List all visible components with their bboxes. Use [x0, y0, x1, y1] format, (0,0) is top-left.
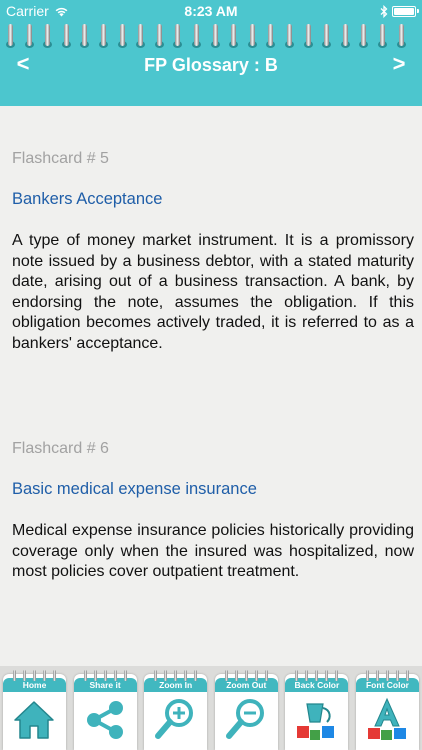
spiral-ring: [249, 24, 255, 46]
spiral-ring: [324, 24, 330, 46]
share-icon: [86, 701, 123, 739]
home-button[interactable]: Home: [1, 666, 68, 750]
spiral-ring: [380, 24, 385, 46]
spiral-ring: [45, 24, 51, 46]
spiral-ring: [268, 24, 274, 46]
spiral-ring: [342, 24, 348, 46]
home-icon: [14, 701, 54, 739]
share-label: Share it: [89, 680, 121, 690]
spiral-ring: [287, 24, 292, 46]
flashcard-list[interactable]: Flashcard # 5 Bankers Acceptance A type …: [0, 106, 422, 666]
paint-bucket-icon: [297, 703, 335, 740]
spiral-ring: [82, 24, 88, 46]
spiral-ring: [175, 24, 181, 46]
battery-icon: [392, 5, 419, 17]
status-left: Carrier: [6, 3, 69, 19]
back-color-button[interactable]: Back Color: [283, 666, 350, 750]
home-label: Home: [22, 680, 47, 690]
spiral-binding: [0, 22, 422, 52]
nav-header: < FP Glossary : B >: [0, 22, 422, 106]
zoom-in-button[interactable]: Zoom In: [142, 666, 209, 750]
zoom-in-icon: [155, 699, 194, 739]
zoom-out-label: Zoom Out: [226, 680, 267, 690]
flashcard-number: Flashcard # 6: [12, 440, 109, 457]
zoom-out-icon: [225, 699, 264, 739]
spiral-ring: [101, 24, 106, 46]
spiral-ring: [119, 24, 125, 46]
spiral-ring: [398, 24, 404, 46]
flashcard-number: Flashcard # 5: [12, 150, 109, 167]
spiral-ring: [212, 24, 218, 46]
next-button[interactable]: >: [384, 50, 414, 78]
zoom-in-label: Zoom In: [159, 680, 193, 690]
spiral-ring: [63, 24, 69, 46]
back-color-label: Back Color: [294, 680, 340, 690]
font-color-label: Font Color: [365, 680, 409, 690]
share-button[interactable]: Share it: [72, 666, 139, 750]
spiral-ring: [138, 24, 144, 46]
wifi-icon: [55, 7, 68, 16]
flashcard-definition: A type of money market instrument. It is…: [12, 232, 414, 352]
flashcard: Flashcard # 6 Basic medical expense insu…: [12, 440, 414, 583]
spiral-ring: [194, 24, 199, 46]
carrier-label: Carrier: [6, 3, 49, 19]
zoom-out-button[interactable]: Zoom Out: [213, 666, 280, 750]
spiral-ring: [231, 24, 237, 46]
flashcard: Flashcard # 5 Bankers Acceptance A type …: [12, 150, 414, 354]
font-color-button[interactable]: Font Color: [354, 666, 421, 750]
spiral-ring: [156, 24, 162, 46]
page-title: FP Glossary : B: [144, 55, 278, 75]
flashcard-term: Bankers Acceptance: [12, 190, 163, 208]
flashcard-term: Basic medical expense insurance: [12, 480, 257, 498]
status-bar: Carrier 8:23 AM: [0, 0, 422, 22]
spiral-ring: [8, 24, 13, 46]
spiral-ring: [361, 24, 367, 46]
battery-level: [394, 7, 414, 15]
font-color-icon: [367, 697, 406, 740]
flashcard-definition: Medical expense insurance policies histo…: [12, 522, 414, 580]
spiral-ring: [26, 24, 32, 46]
bottom-toolbar: Home Share it Zoom In Zoom Out Back Colo…: [0, 666, 422, 750]
status-right: [380, 4, 419, 18]
spiral-ring: [305, 24, 311, 46]
bluetooth-icon: [380, 4, 388, 18]
